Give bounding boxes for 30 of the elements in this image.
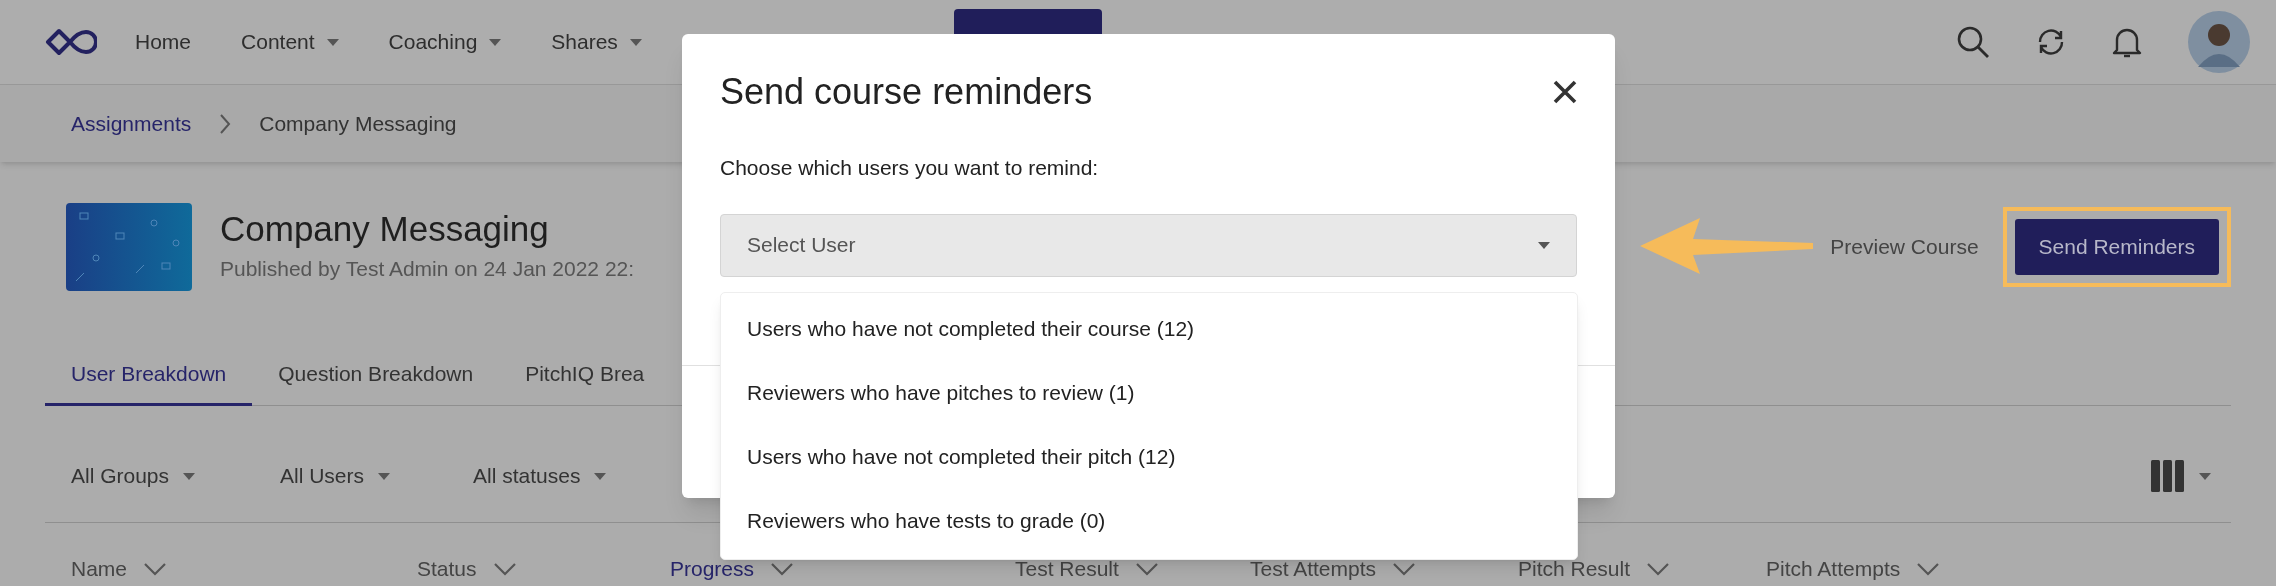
- nav-menu-item[interactable]: Shares: [551, 26, 642, 58]
- dropdown-option[interactable]: Users who have not completed their course (12): [721, 297, 1577, 361]
- tab[interactable]: PitchIQ Brea: [499, 357, 671, 406]
- column-header[interactable]: Status: [417, 558, 517, 580]
- column-header[interactable]: Progress: [670, 558, 795, 580]
- tab[interactable]: User Breakdown: [45, 357, 253, 406]
- select-field[interactable]: Select User: [720, 213, 1577, 277]
- column-header[interactable]: Pitch Result: [1518, 558, 1671, 580]
- nav-menu-item[interactable]: Home: [135, 26, 192, 58]
- send-reminders-button[interactable]: Send Reminders: [2014, 219, 2219, 275]
- column-header[interactable]: Pitch Attempts: [1766, 558, 1941, 580]
- preview-link[interactable]: Preview Course: [1830, 231, 1979, 263]
- column-header[interactable]: Name: [71, 558, 168, 580]
- dropdown-option[interactable]: Reviewers who have tests to grade (0): [721, 489, 1577, 553]
- filter-dropdown[interactable]: All Groups: [71, 460, 280, 492]
- dropdown-option[interactable]: Users who have not completed their pitch (12): [721, 425, 1577, 489]
- course-subtitle: Published by Test Admin on 24 Jan 2022 22:: [220, 256, 635, 283]
- breadcrumb-current: Company Messaging: [259, 110, 457, 137]
- tab[interactable]: Question Breakdown: [252, 357, 500, 406]
- nav-menu-item[interactable]: Coaching: [388, 26, 502, 58]
- nav-menu-item[interactable]: Content: [241, 26, 339, 58]
- course-title: Company Messaging: [220, 209, 550, 250]
- dropdown-option[interactable]: Reviewers who have pitches to review (1): [721, 361, 1577, 425]
- column-header[interactable]: Test Attempts: [1250, 558, 1417, 580]
- breadcrumb-link[interactable]: Assignments: [71, 107, 192, 140]
- column-header[interactable]: Test Result: [1015, 558, 1159, 580]
- filter-dropdown[interactable]: All Users: [280, 460, 473, 492]
- modal-title: Send course reminders: [720, 70, 1093, 114]
- filter-dropdown[interactable]: All statuses: [473, 460, 683, 492]
- modal-prompt: Choose which users you want to remind:: [719, 155, 1100, 181]
